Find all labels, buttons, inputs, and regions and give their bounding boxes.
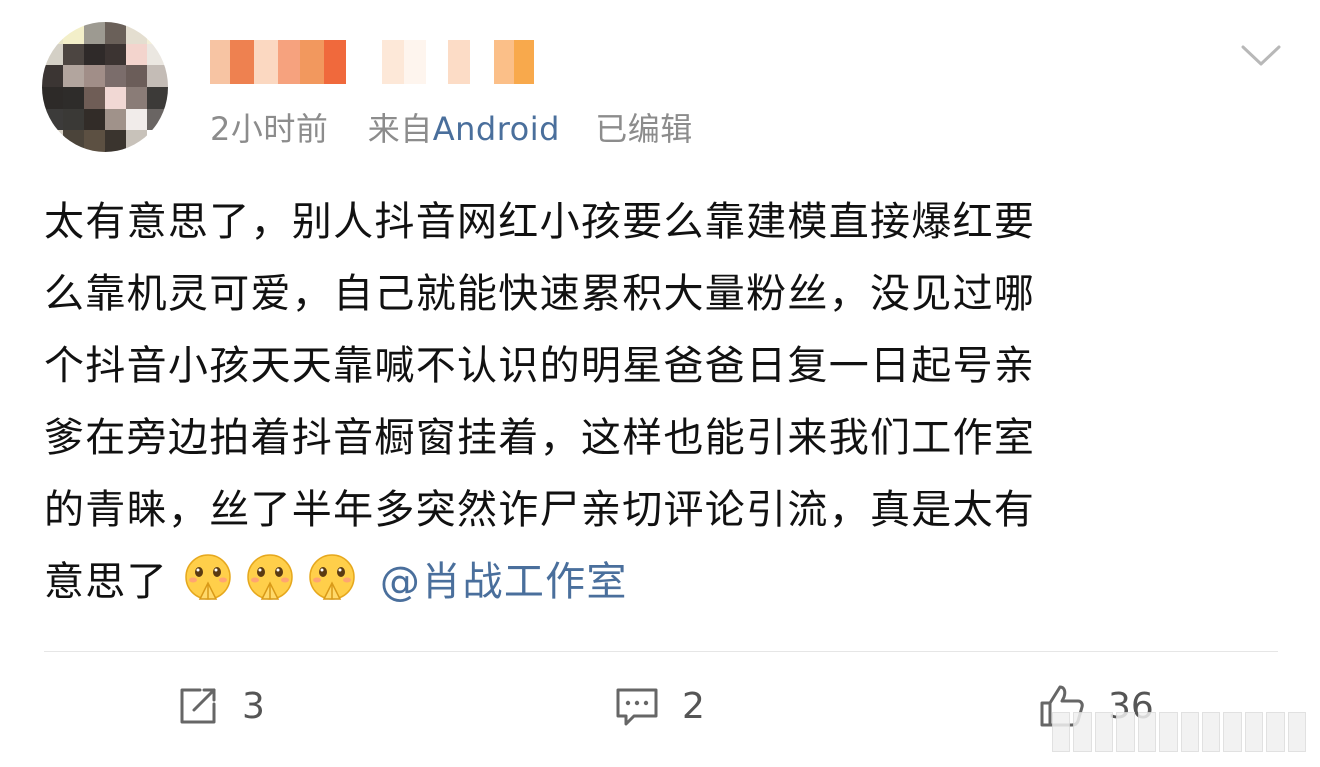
post-line-text: 意思了 — [44, 559, 168, 605]
post-meta: 2小时前 来自Android 已编辑 — [210, 104, 693, 150]
post-line: 个抖音小孩天天靠喊不认识的明星爸爸日复一日起号亲 — [44, 343, 1036, 389]
edited-label[interactable]: 已编辑 — [595, 110, 693, 148]
divider — [44, 651, 1278, 652]
chevron-down-icon[interactable] — [1240, 42, 1282, 70]
post-last-line: 意思了 @肖战工作室 — [44, 546, 1284, 618]
post-time: 2小时前 — [210, 110, 329, 148]
comment-button[interactable]: 2 — [614, 682, 705, 730]
repost-button[interactable]: 3 — [176, 682, 265, 730]
repost-icon — [180, 688, 216, 724]
avatar[interactable] — [42, 22, 168, 152]
repost-count: 3 — [242, 685, 265, 727]
comment-icon — [616, 688, 658, 726]
watermark — [1052, 712, 1307, 752]
mention-link[interactable]: @肖战工作室 — [380, 559, 628, 605]
pray-emoji — [185, 554, 231, 600]
post-source[interactable]: Android — [433, 110, 560, 148]
post-line: 的青睐，丝了半年多突然诈尸亲切评论引流，真是太有 — [44, 487, 1036, 533]
post-content: 太有意思了，别人抖音网红小孩要么靠建模直接爆红要 么靠机灵可爱，自己就能快速累积… — [44, 186, 1284, 618]
pray-emoji — [309, 554, 355, 600]
author-name[interactable] — [210, 40, 534, 84]
post-line: 太有意思了，别人抖音网红小孩要么靠建模直接爆红要 — [44, 199, 1036, 245]
comment-count: 2 — [682, 685, 705, 727]
post-line: 么靠机灵可爱，自己就能快速累积大量粉丝，没见过哪 — [44, 271, 1036, 317]
post-line: 爹在旁边拍着抖音橱窗挂着，这样也能引来我们工作室 — [44, 415, 1036, 461]
pray-emoji — [247, 554, 293, 600]
from-label: 来自 — [367, 110, 433, 148]
